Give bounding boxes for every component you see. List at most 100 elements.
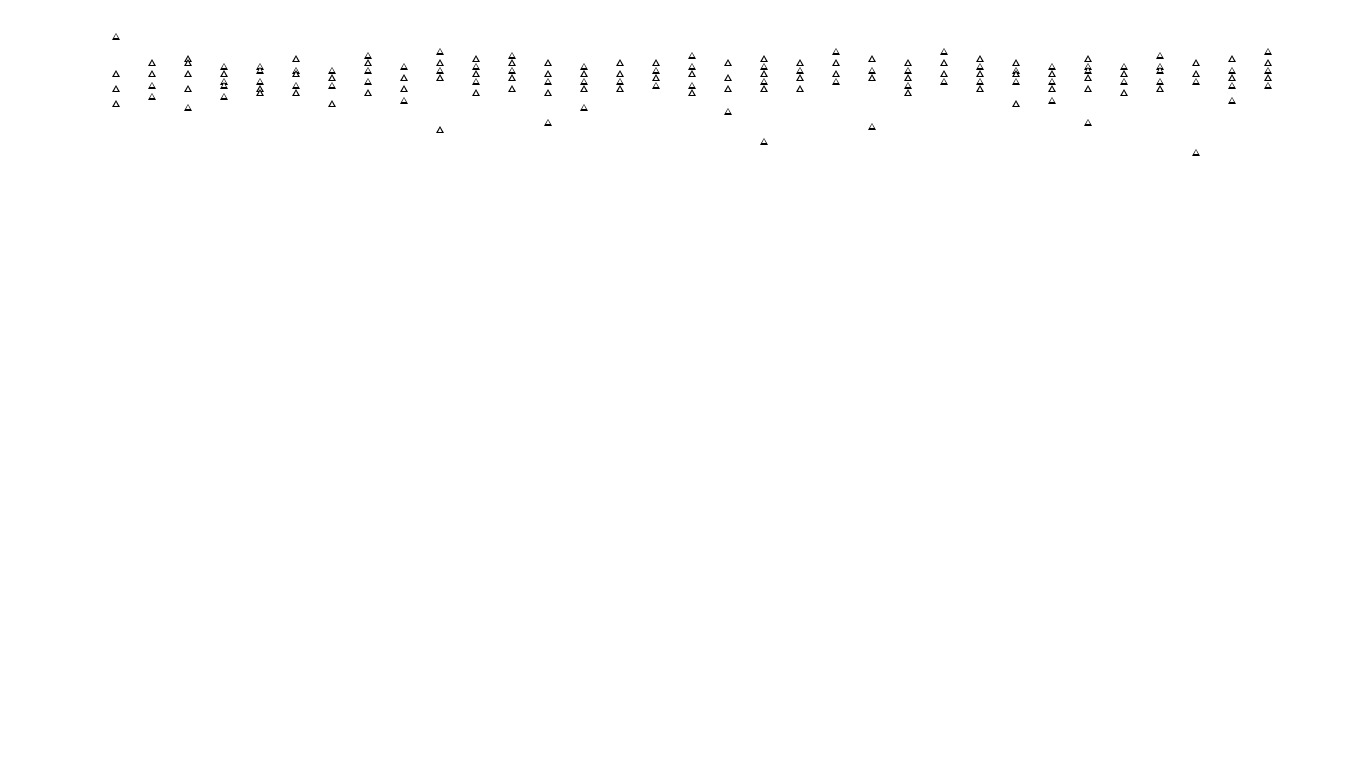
data-point: [868, 55, 876, 62]
data-point: [220, 70, 228, 77]
data-point: [328, 100, 336, 107]
data-point: [1048, 97, 1056, 104]
data-point: [724, 108, 732, 115]
data-point: [760, 63, 768, 70]
data-point: [796, 74, 804, 81]
data-point: [364, 78, 372, 85]
data-point: [1048, 63, 1056, 70]
data-point: [436, 59, 444, 66]
data-point: [1192, 59, 1200, 66]
data-point: [976, 70, 984, 77]
data-point: [1264, 82, 1272, 89]
data-point: [400, 97, 408, 104]
data-point: [508, 85, 516, 92]
data-point: [472, 63, 480, 70]
data-point: [184, 59, 192, 66]
data-point: [1264, 67, 1272, 74]
data-point: [976, 55, 984, 62]
data-point: [1120, 70, 1128, 77]
data-point: [220, 82, 228, 89]
data-point: [976, 78, 984, 85]
data-point: [544, 119, 552, 126]
data-point: [328, 74, 336, 81]
data-point: [1192, 149, 1200, 156]
data-point: [904, 67, 912, 74]
data-point: [1228, 55, 1236, 62]
data-point: [616, 59, 624, 66]
data-point: [976, 63, 984, 70]
data-point: [724, 85, 732, 92]
data-point: [1084, 119, 1092, 126]
data-point: [616, 70, 624, 77]
data-point: [580, 85, 588, 92]
data-point: [220, 93, 228, 100]
data-point: [616, 85, 624, 92]
data-point: [976, 85, 984, 92]
data-point: [184, 85, 192, 92]
data-point: [796, 85, 804, 92]
data-point: [1120, 63, 1128, 70]
data-point: [1264, 74, 1272, 81]
data-point: [1228, 82, 1236, 89]
data-point: [184, 70, 192, 77]
data-point: [940, 70, 948, 77]
data-point: [364, 89, 372, 96]
data-point: [904, 59, 912, 66]
data-point: [220, 63, 228, 70]
data-point: [1228, 67, 1236, 74]
data-point: [292, 55, 300, 62]
data-point: [904, 82, 912, 89]
data-point: [112, 33, 120, 40]
data-point: [868, 67, 876, 74]
data-point: [364, 52, 372, 59]
data-point: [688, 70, 696, 77]
data-point: [1048, 70, 1056, 77]
data-point: [760, 70, 768, 77]
data-point: [148, 93, 156, 100]
data-point: [940, 78, 948, 85]
data-point: [796, 59, 804, 66]
data-point: [148, 59, 156, 66]
data-point: [184, 104, 192, 111]
data-point: [1084, 74, 1092, 81]
data-point: [256, 89, 264, 96]
data-point: [472, 70, 480, 77]
data-point: [544, 89, 552, 96]
data-point: [1120, 78, 1128, 85]
data-point: [1264, 48, 1272, 55]
data-point: [1228, 97, 1236, 104]
data-point: [508, 67, 516, 74]
data-point: [544, 78, 552, 85]
data-point: [1084, 67, 1092, 74]
data-point: [508, 52, 516, 59]
data-point: [616, 78, 624, 85]
data-point: [1156, 85, 1164, 92]
data-point: [652, 67, 660, 74]
data-point: [256, 78, 264, 85]
data-point: [364, 59, 372, 66]
data-point: [688, 82, 696, 89]
data-point: [1048, 85, 1056, 92]
data-point: [472, 78, 480, 85]
data-point: [508, 74, 516, 81]
data-point: [868, 74, 876, 81]
data-point: [112, 70, 120, 77]
scatter-chart: [0, 0, 1360, 768]
data-point: [652, 59, 660, 66]
data-point: [760, 138, 768, 145]
data-point: [724, 74, 732, 81]
data-point: [1012, 100, 1020, 107]
data-point: [436, 126, 444, 133]
data-point: [580, 63, 588, 70]
data-point: [760, 55, 768, 62]
data-point: [508, 59, 516, 66]
data-point: [112, 100, 120, 107]
data-point: [1084, 55, 1092, 62]
data-point: [1156, 67, 1164, 74]
data-point: [292, 82, 300, 89]
data-point: [292, 70, 300, 77]
data-point: [148, 82, 156, 89]
data-point: [688, 89, 696, 96]
data-point: [436, 67, 444, 74]
data-point: [832, 59, 840, 66]
